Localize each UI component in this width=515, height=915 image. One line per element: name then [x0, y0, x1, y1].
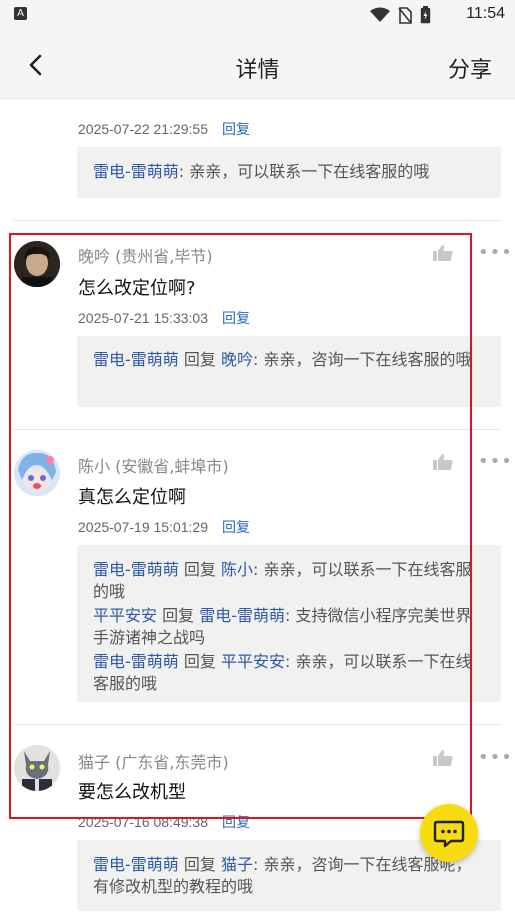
- comment-timestamp: 2025-07-19 15:01:29: [78, 519, 208, 535]
- wifi-icon: [370, 7, 390, 22]
- status-time: 11:54: [466, 5, 505, 22]
- status-icons: [370, 6, 431, 24]
- thumbs-up-icon[interactable]: [432, 749, 454, 767]
- reply-link[interactable]: 回复: [222, 519, 250, 535]
- reply-link[interactable]: 回复: [222, 310, 250, 326]
- reply-item: 雷电-雷萌萌: 亲亲，可以联系一下在线客服的哦: [93, 161, 485, 183]
- more-options-icon[interactable]: •••: [478, 242, 513, 263]
- reply-verb: 回复: [178, 350, 221, 369]
- reply-author[interactable]: 平平安安: [93, 606, 157, 625]
- reply-link[interactable]: 回复: [222, 814, 250, 830]
- app-notification-icon: A: [14, 7, 27, 20]
- avatar-image: [14, 745, 60, 791]
- reply-verb: 回复: [178, 855, 221, 874]
- comment-author: 晚吟 (贵州省,毕节): [78, 247, 213, 266]
- comment-meta: 2025-07-16 08:49:38 回复: [78, 812, 250, 832]
- reply-target[interactable]: 陈小: [221, 560, 253, 579]
- more-options-icon[interactable]: •••: [478, 747, 513, 768]
- page-title: 详情: [235, 58, 280, 83]
- thumbs-up-icon[interactable]: [432, 244, 454, 262]
- reply-target[interactable]: 雷电-雷萌萌: [199, 606, 285, 625]
- avatar-image: [14, 450, 60, 496]
- reply-author[interactable]: 雷电-雷萌萌: [93, 652, 179, 671]
- comment-author: 陈小 (安徽省,蚌埠市): [78, 457, 229, 476]
- comment-meta: 2025-07-22 21:29:55 回复: [78, 119, 250, 139]
- reply-target[interactable]: 平平安安: [221, 652, 285, 671]
- reply-author[interactable]: 雷电-雷萌萌: [93, 560, 179, 579]
- comment-list: 2025-07-22 21:29:55 回复 雷电-雷萌萌: 亲亲，可以联系一下在…: [0, 99, 515, 915]
- reply-author[interactable]: 雷电-雷萌萌: [93, 350, 179, 369]
- reply-thread: 雷电-雷萌萌 回复 晚吟: 亲亲，咨询一下在线客服的哦: [77, 336, 501, 407]
- reply-thread: 雷电-雷萌萌: 亲亲，可以联系一下在线客服的哦: [77, 147, 501, 198]
- thumbs-up-icon[interactable]: [432, 453, 454, 471]
- reply-verb: 回复: [157, 606, 200, 625]
- comment-timestamp: 2025-07-16 08:49:38: [78, 814, 208, 830]
- reply-text: : 亲亲，可以联系一下在线客服的哦: [178, 162, 430, 181]
- comment-author: 猫子 (广东省,东莞市): [78, 753, 229, 772]
- avatar[interactable]: [14, 241, 60, 287]
- reply-thread: 雷电-雷萌萌 回复 陈小: 亲亲，可以联系一下在线客服的哦 平平安安 回复 雷电…: [77, 545, 501, 702]
- divider: [13, 429, 501, 430]
- reply-verb: 回复: [178, 560, 221, 579]
- write-comment-button[interactable]: [420, 804, 478, 862]
- status-bar: A 11:54: [0, 0, 515, 30]
- reply-target[interactable]: 晚吟: [221, 350, 253, 369]
- more-options-icon[interactable]: •••: [478, 451, 513, 472]
- avatar[interactable]: [14, 450, 60, 496]
- comment-text: 真怎么定位啊: [78, 487, 186, 508]
- comment-timestamp: 2025-07-22 21:29:55: [78, 121, 208, 137]
- reply-item: 雷电-雷萌萌 回复 平平安安: 亲亲，可以联系一下在线客服的哦: [93, 651, 485, 695]
- avatar[interactable]: [14, 745, 60, 791]
- reply-item: 平平安安 回复 雷电-雷萌萌: 支持微信小程序完美世界手游诸神之战吗: [93, 605, 485, 649]
- title-bar: 详情 分享: [0, 30, 515, 99]
- reply-target[interactable]: 猫子: [221, 855, 253, 874]
- comment-meta: 2025-07-21 15:33:03 回复: [78, 308, 250, 328]
- comment-text: 要怎么改机型: [78, 782, 186, 803]
- reply-item: 雷电-雷萌萌 回复 陈小: 亲亲，可以联系一下在线客服的哦: [93, 559, 485, 603]
- share-button[interactable]: 分享: [448, 52, 492, 84]
- no-sim-icon: [398, 6, 412, 24]
- message-icon: [433, 820, 465, 848]
- comment-meta: 2025-07-19 15:01:29 回复: [78, 517, 250, 537]
- reply-author[interactable]: 雷电-雷萌萌: [93, 162, 179, 181]
- reply-author[interactable]: 雷电-雷萌萌: [93, 855, 179, 874]
- avatar-image: [14, 241, 60, 287]
- reply-verb: 回复: [178, 652, 221, 671]
- divider: [13, 724, 501, 725]
- comment-text: 怎么改定位啊?: [78, 278, 196, 299]
- reply-text: : 亲亲，咨询一下在线客服的哦: [252, 350, 472, 369]
- comment-timestamp: 2025-07-21 15:33:03: [78, 310, 208, 326]
- reply-item: 雷电-雷萌萌 回复 晚吟: 亲亲，咨询一下在线客服的哦: [93, 349, 485, 371]
- battery-icon: [420, 6, 431, 24]
- divider: [13, 220, 501, 221]
- reply-link[interactable]: 回复: [222, 121, 250, 137]
